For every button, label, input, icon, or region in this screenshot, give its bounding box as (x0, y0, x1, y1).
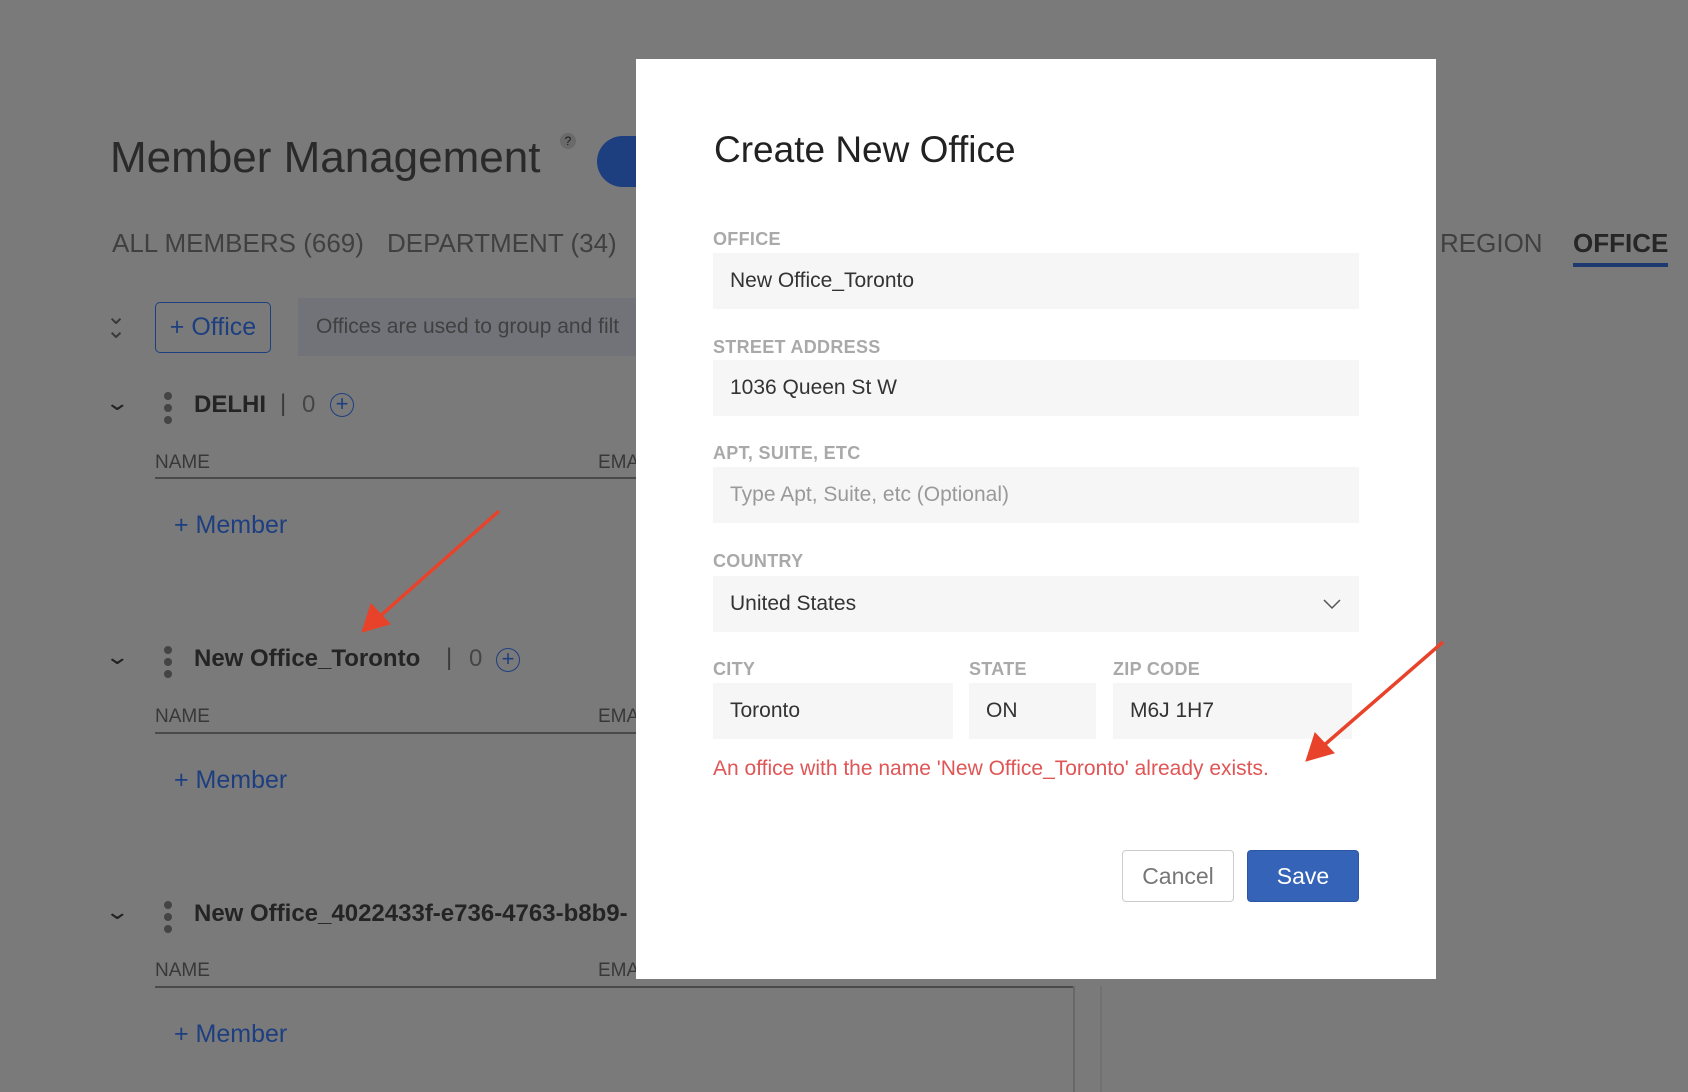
save-button[interactable]: Save (1247, 850, 1359, 902)
page-title: Member Management (110, 133, 541, 182)
panel-border (1073, 986, 1075, 1092)
country-select[interactable]: United States (713, 576, 1359, 632)
tab-department[interactable]: DEPARTMENT (34) (387, 228, 617, 259)
zip-label: ZIP CODE (1113, 659, 1201, 679)
add-member-link[interactable]: + Member (174, 511, 287, 540)
state-input[interactable] (969, 683, 1096, 739)
column-name: NAME (155, 960, 210, 981)
country-value: United States (730, 592, 857, 615)
add-office-button[interactable]: + Office (155, 302, 271, 353)
annotation-arrow (361, 509, 501, 633)
column-email: EMA (598, 706, 640, 727)
help-icon[interactable]: ? (560, 133, 576, 149)
add-member-plus-icon[interactable]: + (496, 648, 520, 672)
apt-suite-input[interactable] (713, 467, 1359, 523)
apt-label: APT, SUITE, ETC (713, 443, 861, 463)
state-label: STATE (969, 659, 1027, 679)
expand-all-icon[interactable]: ⌄ ⌄ (106, 305, 126, 343)
office-label: OFFICE (713, 229, 781, 249)
office-name: New Office_4022433f-e736-4763-b8b9- (194, 900, 628, 927)
modal-title: Create New Office (714, 129, 1016, 170)
column-name: NAME (155, 706, 210, 727)
column-email: EMA (598, 452, 640, 473)
more-options-icon[interactable] (164, 646, 172, 682)
error-message: An office with the name 'New Office_Toro… (713, 757, 1269, 780)
member-count: 0 (302, 391, 316, 418)
member-count: 0 (469, 645, 483, 672)
office-name-input[interactable] (713, 253, 1359, 309)
more-options-icon[interactable] (164, 901, 172, 937)
column-email: EMA (598, 960, 640, 981)
add-member-plus-icon[interactable]: + (330, 393, 354, 417)
info-banner: Offices are used to group and filt (298, 298, 636, 356)
collapse-chevron-icon[interactable]: ⌄ (104, 390, 130, 416)
chevron-down-icon (1323, 598, 1341, 609)
divider (155, 986, 1073, 988)
city-input[interactable] (713, 683, 953, 739)
office-name: New Office_Toronto (194, 645, 421, 672)
separator: | (446, 644, 453, 671)
street-label: STREET ADDRESS (713, 337, 881, 357)
more-options-icon[interactable] (164, 392, 172, 428)
city-label: CITY (713, 659, 756, 679)
street-address-input[interactable] (713, 360, 1359, 416)
add-member-link[interactable]: + Member (174, 1020, 287, 1049)
separator: | (280, 390, 287, 417)
create-office-modal: Create New Office OFFICE STREET ADDRESS … (636, 59, 1436, 979)
tab-region[interactable]: REGION (1440, 228, 1543, 259)
tab-office[interactable]: OFFICE (1573, 228, 1669, 267)
office-name: DELHI (194, 391, 266, 418)
column-name: NAME (155, 452, 210, 473)
cancel-button[interactable]: Cancel (1122, 850, 1234, 902)
panel-border (1100, 986, 1102, 1092)
country-label: COUNTRY (713, 551, 804, 571)
zip-code-input[interactable] (1113, 683, 1352, 739)
tab-all-members[interactable]: ALL MEMBERS (669) (112, 228, 364, 259)
collapse-chevron-icon[interactable]: ⌄ (104, 899, 130, 925)
add-member-link[interactable]: + Member (174, 766, 287, 795)
collapse-chevron-icon[interactable]: ⌄ (104, 644, 130, 670)
